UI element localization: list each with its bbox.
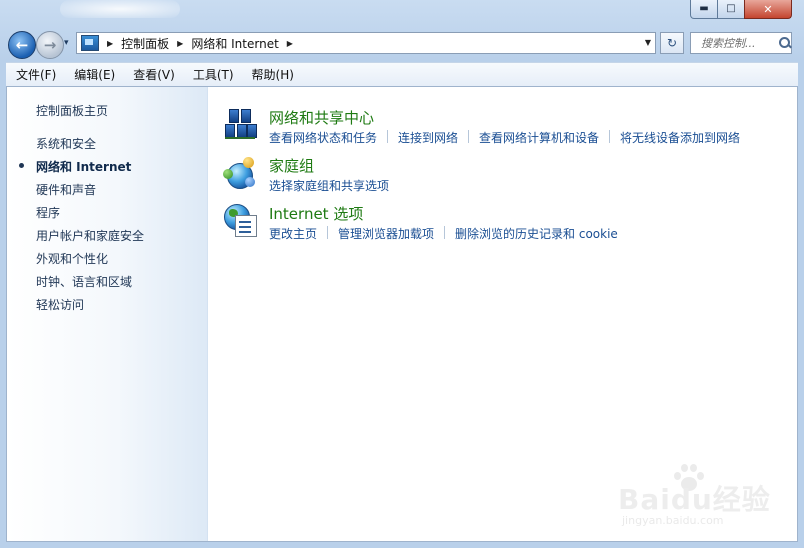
choose-homegroup-sharing-link[interactable]: 选择家庭组和共享选项	[269, 177, 389, 194]
baidu-watermark: Baidu经验 jingyan.baidu.com	[614, 464, 774, 528]
menu-tools[interactable]: 工具(T)	[193, 66, 234, 83]
sidebar-item-network-internet[interactable]: 网络和 Internet	[36, 158, 131, 175]
sidebar-item-appearance[interactable]: 外观和个性化	[36, 250, 108, 267]
link-divider	[327, 226, 329, 239]
title-bar: ▬ □ ✕	[0, 0, 804, 28]
address-dropdown-icon[interactable]: ▼	[645, 38, 651, 47]
menu-file[interactable]: 文件(F)	[16, 66, 56, 83]
forward-arrow-icon: →	[43, 36, 57, 54]
maximize-icon: □	[726, 3, 736, 14]
delete-browsing-history-link[interactable]: 删除浏览的历史记录和 cookie	[455, 225, 618, 242]
search-input[interactable]	[699, 35, 777, 51]
sidebar-item-control-panel-home[interactable]: 控制面板主页	[36, 102, 108, 119]
back-arrow-icon: ←	[15, 36, 29, 54]
watermark-url: jingyan.baidu.com	[622, 514, 724, 527]
homegroup-tasks: 选择家庭组和共享选项	[269, 177, 389, 194]
manage-addons-link[interactable]: 管理浏览器加载项	[338, 225, 434, 242]
breadcrumb-separator-icon[interactable]: ▶	[177, 39, 183, 48]
view-network-status-link[interactable]: 查看网络状态和任务	[269, 129, 377, 146]
search-box[interactable]	[690, 32, 792, 54]
active-bullet-icon	[19, 163, 24, 168]
change-homepage-link[interactable]: 更改主页	[269, 225, 317, 242]
link-divider	[468, 130, 470, 143]
sidebar-item-system-security[interactable]: 系统和安全	[36, 135, 96, 152]
breadcrumb-separator-icon[interactable]: ▶	[287, 39, 293, 48]
homegroup-link[interactable]: 家庭组	[269, 155, 314, 176]
sidebar-item-user-accounts[interactable]: 用户帐户和家庭安全	[36, 227, 144, 244]
menu-help[interactable]: 帮助(H)	[252, 66, 294, 83]
search-icon[interactable]	[779, 37, 791, 49]
navigation-bar: ← → ▾ ▶ 控制面板 ▶ 网络和 Internet ▶ ▼ ↻	[0, 28, 804, 62]
menu-edit[interactable]: 编辑(E)	[74, 66, 115, 83]
menu-bar: 文件(F) 编辑(E) 查看(V) 工具(T) 帮助(H)	[6, 62, 798, 86]
minimize-button[interactable]: ▬	[690, 0, 718, 19]
refresh-icon: ↻	[666, 36, 678, 50]
internet-options-icon[interactable]	[223, 203, 257, 237]
internet-options-link[interactable]: Internet 选项	[269, 203, 363, 224]
refresh-button[interactable]: ↻	[660, 32, 684, 54]
breadcrumb-separator-icon[interactable]: ▶	[107, 39, 113, 48]
control-panel-icon	[81, 35, 99, 51]
network-sharing-center-tasks: 查看网络状态和任务 连接到网络 查看网络计算机和设备 将无线设备添加到网络	[269, 129, 740, 146]
internet-options-tasks: 更改主页 管理浏览器加载项 删除浏览的历史记录和 cookie	[269, 225, 618, 242]
sidebar-item-hardware-sound[interactable]: 硬件和声音	[36, 181, 96, 198]
history-dropdown-icon[interactable]: ▾	[64, 38, 69, 48]
close-button[interactable]: ✕	[744, 0, 792, 19]
minimize-icon: ▬	[699, 3, 709, 14]
address-bar[interactable]: ▶ 控制面板 ▶ 网络和 Internet ▶ ▼	[76, 32, 656, 54]
network-sharing-center-link[interactable]: 网络和共享中心	[269, 107, 374, 128]
back-button[interactable]: ←	[8, 31, 36, 59]
sidebar: 控制面板主页 系统和安全 网络和 Internet 硬件和声音 程序 用户帐户和…	[7, 87, 208, 541]
menu-view[interactable]: 查看(V)	[133, 66, 175, 83]
network-center-icon[interactable]	[223, 107, 257, 141]
connect-to-network-link[interactable]: 连接到网络	[398, 129, 458, 146]
link-divider	[444, 226, 446, 239]
sidebar-item-clock-language-region[interactable]: 时钟、语言和区域	[36, 273, 132, 290]
link-divider	[387, 130, 389, 143]
add-wireless-device-link[interactable]: 将无线设备添加到网络	[620, 129, 740, 146]
homegroup-icon[interactable]	[223, 155, 257, 189]
watermark-brand: Baidu经验	[618, 483, 771, 516]
window-title-glow	[60, 0, 180, 18]
close-icon: ✕	[763, 2, 773, 16]
sidebar-item-ease-of-access[interactable]: 轻松访问	[36, 296, 84, 313]
forward-button[interactable]: →	[36, 31, 64, 59]
control-panel-window: ▬ □ ✕ ← → ▾ ▶ 控制面板 ▶ 网络和 Internet ▶ ▼ ↻ …	[0, 0, 804, 548]
view-network-computers-link[interactable]: 查看网络计算机和设备	[479, 129, 599, 146]
sidebar-item-programs[interactable]: 程序	[36, 204, 60, 221]
maximize-button[interactable]: □	[717, 0, 745, 19]
breadcrumb-control-panel[interactable]: 控制面板	[121, 35, 169, 52]
link-divider	[609, 130, 611, 143]
breadcrumb-network-internet[interactable]: 网络和 Internet	[191, 35, 278, 52]
